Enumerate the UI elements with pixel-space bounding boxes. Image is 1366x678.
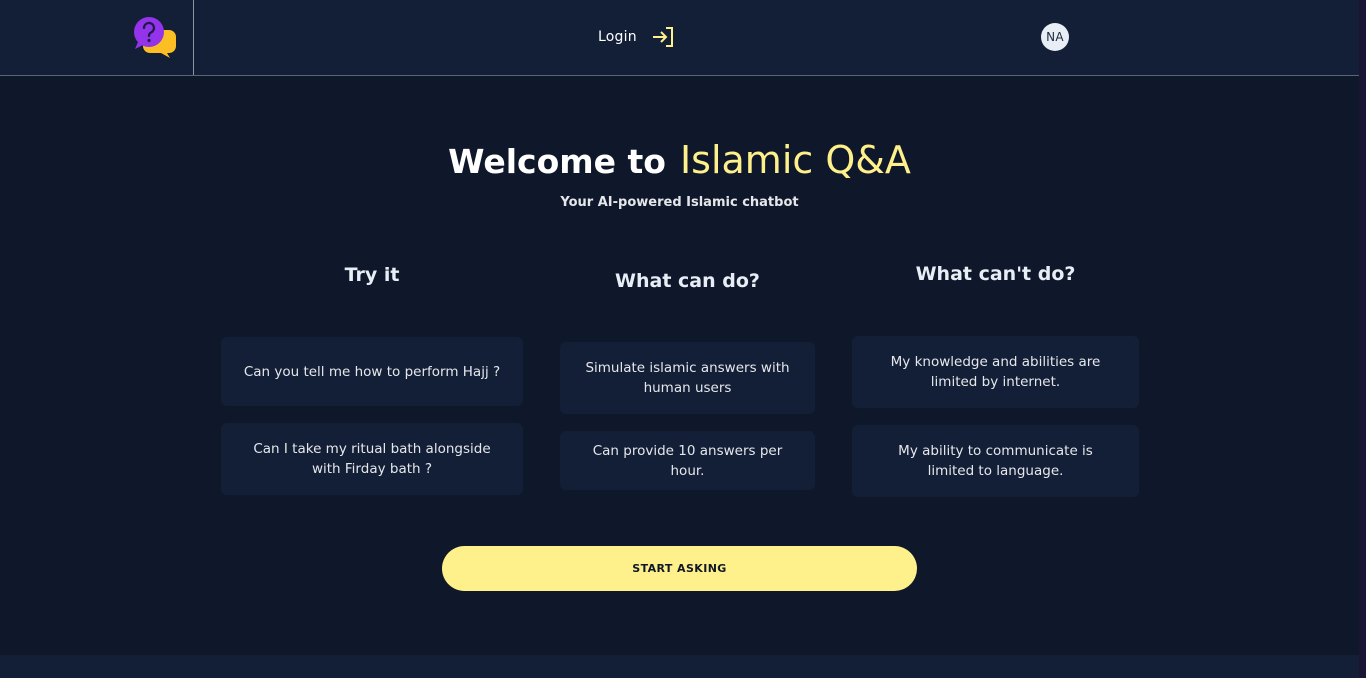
start-asking-button[interactable]: START ASKING <box>442 546 917 591</box>
limitation-card: My knowledge and abilities are limited b… <box>852 336 1139 408</box>
footer-bar <box>0 655 1359 678</box>
question-chat-bubbles-icon[interactable] <box>133 16 177 58</box>
example-question-card[interactable]: Can I take my ritual bath alongside with… <box>221 423 523 495</box>
page-title: Welcome to Islamic Q&A <box>0 138 1359 182</box>
sign-in-arrow-icon <box>651 26 675 48</box>
capabilities-heading: What can do? <box>615 270 760 292</box>
limitation-card: My ability to communicate is limited to … <box>852 425 1139 497</box>
login-button[interactable]: Login <box>598 22 675 52</box>
try-it-heading: Try it <box>344 264 400 286</box>
example-question-card[interactable]: Can you tell me how to perform Hajj ? <box>221 337 523 406</box>
brand-name: Islamic Q&A <box>679 138 911 182</box>
capability-card: Simulate islamic answers with human user… <box>560 342 815 414</box>
logo-area <box>0 0 194 75</box>
login-label: Login <box>598 29 637 45</box>
top-navbar: Login NA <box>0 0 1359 76</box>
scrollbar-track[interactable] <box>1359 0 1366 678</box>
welcome-text: Welcome to <box>448 142 666 181</box>
user-avatar[interactable]: NA <box>1041 23 1069 51</box>
page-subtitle: Your AI-powered Islamic chatbot <box>560 195 799 210</box>
page: Login NA Welcome to Islamic Q&A Your AI-p… <box>0 0 1366 678</box>
capability-card: Can provide 10 answers per hour. <box>560 431 815 490</box>
limitations-heading: What can't do? <box>915 263 1076 285</box>
